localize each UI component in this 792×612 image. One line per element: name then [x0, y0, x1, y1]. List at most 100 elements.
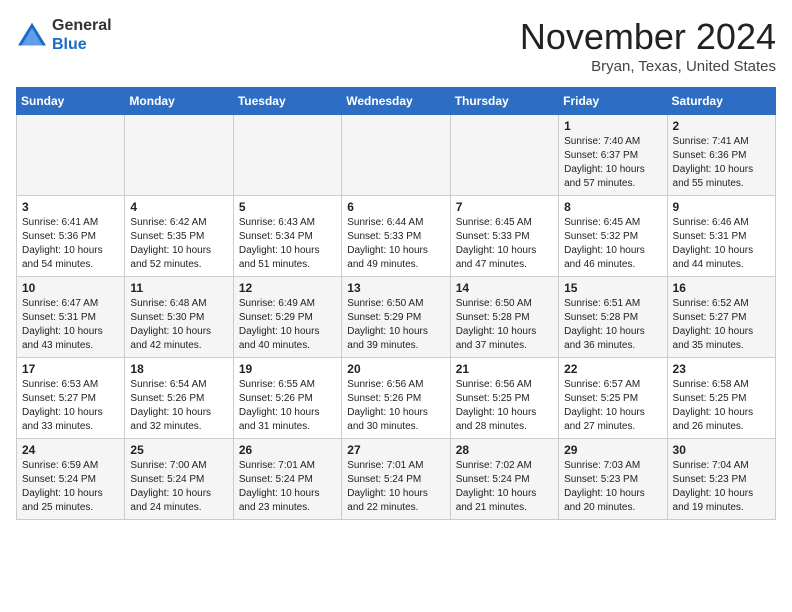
calendar-table: SundayMondayTuesdayWednesdayThursdayFrid… [16, 87, 776, 520]
day-number: 24 [22, 443, 119, 457]
day-number: 23 [673, 362, 770, 376]
day-number: 7 [456, 200, 553, 214]
day-info: Sunrise: 6:48 AM Sunset: 5:30 PM Dayligh… [130, 297, 227, 353]
day-number: 20 [347, 362, 444, 376]
calendar-cell: 6 Sunrise: 6:44 AM Sunset: 5:33 PM Daylig… [342, 196, 450, 277]
day-info: Sunrise: 6:50 AM Sunset: 5:29 PM Dayligh… [347, 297, 444, 353]
calendar-cell [450, 115, 558, 196]
calendar-cell: 20 Sunrise: 6:56 AM Sunset: 5:26 PM Dayli… [342, 358, 450, 439]
calendar-week: 17 Sunrise: 6:53 AM Sunset: 5:27 PM Dayli… [17, 358, 776, 439]
calendar-cell: 8 Sunrise: 6:45 AM Sunset: 5:32 PM Daylig… [559, 196, 667, 277]
weekday-header: Friday [559, 88, 667, 115]
day-info: Sunrise: 6:50 AM Sunset: 5:28 PM Dayligh… [456, 297, 553, 353]
calendar-cell: 30Sunrise: 7:04 AM Sunset: 5:23 PM Dayli… [667, 439, 775, 520]
day-number: 8 [564, 200, 661, 214]
day-number: 4 [130, 200, 227, 214]
day-info: Sunrise: 7:41 AM Sunset: 6:36 PM Dayligh… [673, 135, 770, 191]
day-info: Sunrise: 7:01 AM Sunset: 5:24 PM Dayligh… [347, 459, 444, 515]
calendar-cell: 2 Sunrise: 7:41 AM Sunset: 6:36 PM Daylig… [667, 115, 775, 196]
calendar-cell [342, 115, 450, 196]
calendar-cell: 29 Sunrise: 7:03 AM Sunset: 5:23 PM Dayli… [559, 439, 667, 520]
calendar-cell: 7Sunrise: 6:45 AM Sunset: 5:33 PM Daylig… [450, 196, 558, 277]
day-number: 11 [130, 281, 227, 295]
day-number: 2 [673, 119, 770, 133]
day-info: Sunrise: 6:46 AM Sunset: 5:31 PM Dayligh… [673, 216, 770, 272]
day-info: Sunrise: 7:04 AM Sunset: 5:23 PM Dayligh… [673, 459, 770, 515]
day-number: 17 [22, 362, 119, 376]
calendar-header: SundayMondayTuesdayWednesdayThursdayFrid… [17, 88, 776, 115]
title-block: November 2024 Bryan, Texas, United State… [520, 16, 776, 75]
day-info: Sunrise: 6:52 AM Sunset: 5:27 PM Dayligh… [673, 297, 770, 353]
day-number: 3 [22, 200, 119, 214]
day-number: 18 [130, 362, 227, 376]
calendar-cell: 16 Sunrise: 6:52 AM Sunset: 5:27 PM Dayli… [667, 277, 775, 358]
day-info: Sunrise: 7:03 AM Sunset: 5:23 PM Dayligh… [564, 459, 661, 515]
day-number: 16 [673, 281, 770, 295]
day-info: Sunrise: 6:45 AM Sunset: 5:32 PM Dayligh… [564, 216, 661, 272]
calendar-cell: 9 Sunrise: 6:46 AM Sunset: 5:31 PM Daylig… [667, 196, 775, 277]
day-number: 21 [456, 362, 553, 376]
page-header: General Blue November 2024 Bryan, Texas,… [16, 16, 776, 75]
day-info: Sunrise: 6:58 AM Sunset: 5:25 PM Dayligh… [673, 378, 770, 434]
day-number: 10 [22, 281, 119, 295]
day-info: Sunrise: 7:02 AM Sunset: 5:24 PM Dayligh… [456, 459, 553, 515]
calendar-cell: 3Sunrise: 6:41 AM Sunset: 5:36 PM Daylig… [17, 196, 125, 277]
calendar-week: 3Sunrise: 6:41 AM Sunset: 5:36 PM Daylig… [17, 196, 776, 277]
day-info: Sunrise: 7:01 AM Sunset: 5:24 PM Dayligh… [239, 459, 336, 515]
day-info: Sunrise: 6:54 AM Sunset: 5:26 PM Dayligh… [130, 378, 227, 434]
day-number: 5 [239, 200, 336, 214]
day-number: 27 [347, 443, 444, 457]
calendar-cell: 26 Sunrise: 7:01 AM Sunset: 5:24 PM Dayli… [233, 439, 341, 520]
calendar-body: 1Sunrise: 7:40 AM Sunset: 6:37 PM Daylig… [17, 115, 776, 520]
calendar-cell: 1Sunrise: 7:40 AM Sunset: 6:37 PM Daylig… [559, 115, 667, 196]
day-info: Sunrise: 6:57 AM Sunset: 5:25 PM Dayligh… [564, 378, 661, 434]
day-number: 6 [347, 200, 444, 214]
day-number: 28 [456, 443, 553, 457]
calendar-cell: 22Sunrise: 6:57 AM Sunset: 5:25 PM Dayli… [559, 358, 667, 439]
logo: General Blue [16, 16, 112, 54]
weekday-header: Wednesday [342, 88, 450, 115]
calendar-cell: 10 Sunrise: 6:47 AM Sunset: 5:31 PM Dayli… [17, 277, 125, 358]
day-number: 12 [239, 281, 336, 295]
calendar-cell: 17 Sunrise: 6:53 AM Sunset: 5:27 PM Dayli… [17, 358, 125, 439]
logo-icon [16, 21, 48, 49]
day-info: Sunrise: 7:00 AM Sunset: 5:24 PM Dayligh… [130, 459, 227, 515]
day-info: Sunrise: 6:59 AM Sunset: 5:24 PM Dayligh… [22, 459, 119, 515]
weekday-header: Sunday [17, 88, 125, 115]
day-info: Sunrise: 6:47 AM Sunset: 5:31 PM Dayligh… [22, 297, 119, 353]
calendar-cell: 14 Sunrise: 6:50 AM Sunset: 5:28 PM Dayli… [450, 277, 558, 358]
day-info: Sunrise: 6:56 AM Sunset: 5:26 PM Dayligh… [347, 378, 444, 434]
day-info: Sunrise: 6:44 AM Sunset: 5:33 PM Dayligh… [347, 216, 444, 272]
calendar-cell: 11 Sunrise: 6:48 AM Sunset: 5:30 PM Dayli… [125, 277, 233, 358]
day-number: 25 [130, 443, 227, 457]
day-number: 26 [239, 443, 336, 457]
day-number: 13 [347, 281, 444, 295]
weekday-header: Monday [125, 88, 233, 115]
calendar-week: 10 Sunrise: 6:47 AM Sunset: 5:31 PM Dayli… [17, 277, 776, 358]
weekday-header: Tuesday [233, 88, 341, 115]
calendar-cell: 19 Sunrise: 6:55 AM Sunset: 5:26 PM Dayli… [233, 358, 341, 439]
calendar-cell [233, 115, 341, 196]
day-info: Sunrise: 6:42 AM Sunset: 5:35 PM Dayligh… [130, 216, 227, 272]
calendar-cell: 28 Sunrise: 7:02 AM Sunset: 5:24 PM Dayli… [450, 439, 558, 520]
day-info: Sunrise: 6:56 AM Sunset: 5:25 PM Dayligh… [456, 378, 553, 434]
calendar-cell: 4 Sunrise: 6:42 AM Sunset: 5:35 PM Daylig… [125, 196, 233, 277]
calendar-cell: 12Sunrise: 6:49 AM Sunset: 5:29 PM Dayli… [233, 277, 341, 358]
day-number: 14 [456, 281, 553, 295]
day-info: Sunrise: 6:55 AM Sunset: 5:26 PM Dayligh… [239, 378, 336, 434]
day-number: 9 [673, 200, 770, 214]
day-number: 29 [564, 443, 661, 457]
day-number: 19 [239, 362, 336, 376]
day-number: 1 [564, 119, 661, 133]
calendar-cell [17, 115, 125, 196]
location: Bryan, Texas, United States [520, 58, 776, 75]
calendar-cell: 23 Sunrise: 6:58 AM Sunset: 5:25 PM Dayli… [667, 358, 775, 439]
calendar-cell: 5Sunrise: 6:43 AM Sunset: 5:34 PM Daylig… [233, 196, 341, 277]
day-info: Sunrise: 6:51 AM Sunset: 5:28 PM Dayligh… [564, 297, 661, 353]
weekday-header: Saturday [667, 88, 775, 115]
logo-text: General Blue [52, 16, 112, 54]
calendar-cell: 21 Sunrise: 6:56 AM Sunset: 5:25 PM Dayli… [450, 358, 558, 439]
day-number: 15 [564, 281, 661, 295]
calendar-cell: 15 Sunrise: 6:51 AM Sunset: 5:28 PM Dayli… [559, 277, 667, 358]
day-info: Sunrise: 6:53 AM Sunset: 5:27 PM Dayligh… [22, 378, 119, 434]
